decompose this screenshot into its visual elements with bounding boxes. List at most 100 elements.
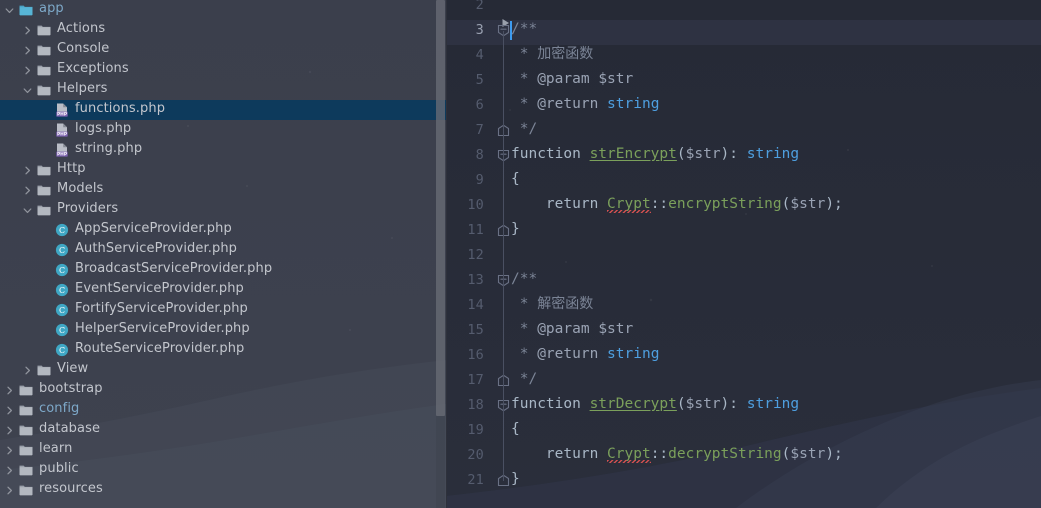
tree-item-models[interactable]: Models [0, 180, 446, 200]
chevron-right-icon[interactable] [4, 425, 15, 436]
code-token: : [729, 146, 747, 162]
tree-item-functions-php[interactable]: PHP functions.php [0, 100, 446, 120]
fold-region-line [503, 31, 504, 481]
tree-item-label: Providers [57, 201, 119, 216]
tree-item-helperserviceprovider-php[interactable]: C HelperServiceProvider.php [0, 320, 446, 340]
project-tool-window[interactable]: app Actions Console Exceptions Helpers PHP fun… [0, 0, 446, 508]
chevron-right-icon[interactable] [22, 45, 33, 56]
code-line[interactable]: { [511, 417, 520, 442]
code-line[interactable]: * @return string [511, 342, 660, 367]
code-line[interactable]: function strEncrypt($str): string [511, 142, 799, 167]
tree-item-view[interactable]: View [0, 360, 446, 380]
chevron-down-icon[interactable] [22, 205, 33, 216]
chevron-right-icon[interactable] [22, 165, 33, 176]
sidebar-scrollbar-track[interactable] [436, 0, 445, 508]
line-number: 5 [475, 72, 484, 88]
code-line[interactable]: return Crypt::decryptString($str); [511, 442, 843, 467]
code-line[interactable]: * @return string [511, 92, 660, 117]
code-line[interactable]: } [511, 467, 520, 492]
code-token: function [511, 146, 590, 162]
editor-gutter[interactable]: 2 3 4 5 6 7 8 9 10 11 12 13 14 15 16 17 18 19 20 21 [446, 0, 510, 508]
code-token: ( [676, 396, 686, 412]
line-number: 15 [467, 322, 484, 338]
chevron-down-icon[interactable] [22, 85, 33, 96]
tree-item-resources[interactable]: resources [0, 480, 446, 500]
tree-item-label: learn [39, 441, 73, 456]
code-token: { [511, 421, 520, 437]
sidebar-scrollbar-thumb[interactable] [436, 0, 445, 416]
code-token: @param [537, 71, 599, 87]
file-tree[interactable]: app Actions Console Exceptions Helpers PHP fun… [0, 0, 446, 500]
code-token: $str [685, 146, 721, 162]
tree-item-actions[interactable]: Actions [0, 20, 446, 40]
chevron-right-icon[interactable] [22, 365, 33, 376]
tree-item-exceptions[interactable]: Exceptions [0, 60, 446, 80]
tree-item-logs-php[interactable]: PHP logs.php [0, 120, 446, 140]
chevron-right-icon[interactable] [22, 185, 33, 196]
text-caret [510, 21, 512, 40]
code-line[interactable]: function strDecrypt($str): string [511, 392, 799, 417]
line-number: 7 [475, 122, 484, 138]
pane-divider[interactable] [446, 0, 447, 508]
code-line[interactable]: */ [511, 367, 537, 392]
folder-icon [18, 402, 34, 418]
code-token: 加密函数 [537, 46, 594, 62]
code-line[interactable]: * @param $str [511, 317, 634, 342]
tree-item-appserviceprovider-php[interactable]: C AppServiceProvider.php [0, 220, 446, 240]
tree-item-helpers[interactable]: Helpers [0, 80, 446, 100]
code-token: string [746, 146, 800, 162]
tree-item-label: BroadcastServiceProvider.php [75, 261, 273, 276]
code-token: strEncrypt [589, 146, 677, 162]
chevron-right-icon[interactable] [4, 385, 15, 396]
tree-item-authserviceprovider-php[interactable]: C AuthServiceProvider.php [0, 240, 446, 260]
code-token: */ [511, 371, 538, 387]
tree-item-learn[interactable]: learn [0, 440, 446, 460]
tree-item-config[interactable]: config [0, 400, 446, 420]
code-line[interactable]: return Crypt::encryptString($str); [511, 192, 843, 217]
code-token: encryptString [668, 196, 782, 212]
tree-item-database[interactable]: database [0, 420, 446, 440]
tree-item-label: AppServiceProvider.php [75, 221, 232, 236]
ide-window: app Actions Console Exceptions Helpers PHP fun… [0, 0, 1041, 508]
code-token: @return [537, 96, 608, 112]
code-token: { [511, 171, 520, 187]
tree-item-bootstrap[interactable]: bootstrap [0, 380, 446, 400]
chevron-right-icon[interactable] [4, 485, 15, 496]
chevron-right-icon[interactable] [4, 445, 15, 456]
code-line[interactable]: /** [511, 17, 537, 42]
code-line[interactable]: * 解密函数 [511, 292, 593, 317]
folder-icon [18, 462, 34, 478]
folder-icon [36, 82, 52, 98]
tree-item-broadcastserviceprovider-php[interactable]: C BroadcastServiceProvider.php [0, 260, 446, 280]
folder-icon [18, 482, 34, 498]
code-line[interactable]: /** [511, 267, 537, 292]
tree-item-string-php[interactable]: PHP string.php [0, 140, 446, 160]
svg-text:C: C [59, 226, 65, 235]
code-line[interactable]: } [511, 217, 520, 242]
svg-text:C: C [59, 286, 65, 295]
chevron-right-icon[interactable] [4, 405, 15, 416]
code-line[interactable]: */ [511, 117, 537, 142]
tree-item-public[interactable]: public [0, 460, 446, 480]
code-token: Crypt [607, 446, 651, 462]
tree-item-fortifyserviceprovider-php[interactable]: C FortifyServiceProvider.php [0, 300, 446, 320]
editor-pane[interactable]: 2 3 4 5 6 7 8 9 10 11 12 13 14 15 16 17 18 19 20 21 {} /** *… [446, 0, 1041, 508]
code-token: $str [598, 71, 634, 87]
code-line[interactable]: * @param $str [511, 67, 634, 92]
code-content[interactable]: {} /** * 加密函数 * @param $str * @return str… [510, 0, 1041, 508]
tree-item-http[interactable]: Http [0, 160, 446, 180]
line-number: 10 [467, 197, 484, 213]
code-token: @param [537, 321, 599, 337]
tree-item-eventserviceprovider-php[interactable]: C EventServiceProvider.php [0, 280, 446, 300]
tree-item-console[interactable]: Console [0, 40, 446, 60]
tree-item-app[interactable]: app [0, 0, 446, 20]
chevron-right-icon[interactable] [22, 65, 33, 76]
chevron-right-icon[interactable] [22, 25, 33, 36]
chevron-down-icon[interactable] [4, 5, 15, 16]
folder-icon [36, 362, 52, 378]
chevron-right-icon[interactable] [4, 465, 15, 476]
code-line[interactable]: * 加密函数 [511, 42, 593, 67]
tree-item-routeserviceprovider-php[interactable]: C RouteServiceProvider.php [0, 340, 446, 360]
tree-item-providers[interactable]: Providers [0, 200, 446, 220]
code-line[interactable]: { [511, 167, 520, 192]
